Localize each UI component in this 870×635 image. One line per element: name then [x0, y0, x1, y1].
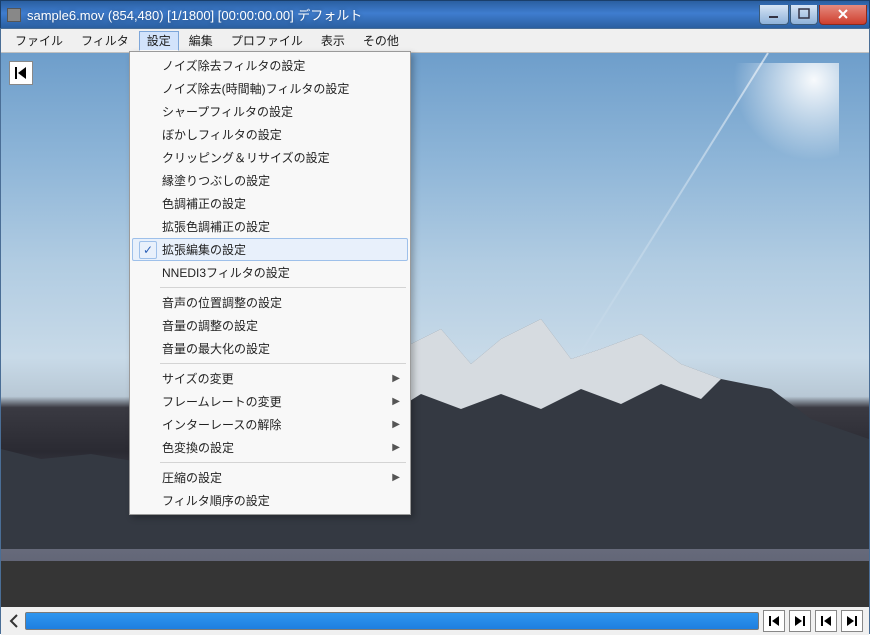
transport-bar [1, 607, 869, 635]
dd-label: インターレースの解除 [162, 416, 281, 433]
dd-edge-fill[interactable]: 縁塗りつぶしの設定 [132, 169, 408, 192]
dd-label: ぼかしフィルタの設定 [162, 126, 282, 143]
dd-sharpen[interactable]: シャープフィルタの設定 [132, 100, 408, 123]
maximize-button[interactable] [790, 5, 818, 25]
close-icon [836, 7, 850, 21]
dd-label: NNEDI3フィルタの設定 [162, 264, 290, 281]
last-icon [845, 614, 859, 628]
titlebar: sample6.mov (854,480) [1/1800] [00:00:00… [0, 0, 870, 28]
menu-file[interactable]: ファイル [7, 31, 71, 51]
dd-label: シャープフィルタの設定 [162, 103, 293, 120]
menu-settings[interactable]: 設定 [139, 31, 179, 51]
dd-label: フレームレートの変更 [162, 393, 282, 410]
dd-compression[interactable]: 圧縮の設定 ▶ [132, 466, 408, 489]
dd-label: 色調補正の設定 [162, 195, 246, 212]
dd-filter-order[interactable]: フィルタ順序の設定 [132, 489, 408, 512]
menu-view[interactable]: 表示 [313, 31, 353, 51]
goto-first-button[interactable] [815, 610, 837, 632]
chevron-right-icon: ▶ [392, 472, 400, 483]
dd-audio-position[interactable]: 音声の位置調整の設定 [132, 291, 408, 314]
minimize-icon [767, 7, 781, 21]
dd-label: 色変換の設定 [162, 439, 234, 456]
dd-size-change[interactable]: サイズの変更 ▶ [132, 367, 408, 390]
dd-label: 拡張編集の設定 [162, 241, 246, 258]
goto-start-icon [13, 65, 29, 81]
dd-noise-removal[interactable]: ノイズ除去フィルタの設定 [132, 54, 408, 77]
separator [160, 363, 406, 364]
dd-color-convert[interactable]: 色変換の設定 ▶ [132, 436, 408, 459]
window-buttons [758, 5, 867, 25]
window-client-frame: ファイル フィルタ 設定 編集 プロファイル 表示 その他 ノイズ除去フィルタの… [0, 28, 870, 634]
dd-nnedi3[interactable]: NNEDI3フィルタの設定 [132, 261, 408, 284]
settings-dropdown: ノイズ除去フィルタの設定 ノイズ除去(時間軸)フィルタの設定 シャープフィルタの… [129, 51, 411, 515]
menu-other[interactable]: その他 [355, 31, 407, 51]
close-button[interactable] [819, 5, 867, 25]
chevron-right-icon: ▶ [392, 419, 400, 430]
window-title: sample6.mov (854,480) [1/1800] [00:00:00… [27, 5, 758, 24]
dd-label: 音声の位置調整の設定 [162, 294, 282, 311]
minimize-button[interactable] [759, 5, 789, 25]
maximize-icon [797, 7, 811, 21]
next-frame-button[interactable] [789, 610, 811, 632]
prev-frame-button[interactable] [763, 610, 785, 632]
letterbox-bottom [1, 561, 869, 607]
dd-label: 拡張色調補正の設定 [162, 218, 270, 235]
dd-label: ノイズ除去フィルタの設定 [162, 57, 305, 74]
chevron-right-icon: ▶ [392, 442, 400, 453]
app-icon [7, 8, 21, 22]
dd-label: 縁塗りつぶしの設定 [162, 172, 270, 189]
menu-filter[interactable]: フィルタ [73, 31, 137, 51]
goto-last-button[interactable] [841, 610, 863, 632]
menubar: ファイル フィルタ 設定 編集 プロファイル 表示 その他 ノイズ除去フィルタの… [1, 29, 869, 53]
step-forward-icon [793, 614, 807, 628]
dd-label: 音量の最大化の設定 [162, 340, 270, 357]
menu-profile[interactable]: プロファイル [223, 31, 311, 51]
dd-clipping-resize[interactable]: クリッピング＆リサイズの設定 [132, 146, 408, 169]
dd-ext-editing[interactable]: ✓ 拡張編集の設定 [132, 238, 408, 261]
dd-volume-max[interactable]: 音量の最大化の設定 [132, 337, 408, 360]
dd-label: サイズの変更 [162, 370, 234, 387]
chevron-right-icon: ▶ [392, 396, 400, 407]
check-icon: ✓ [139, 241, 157, 259]
chevron-left-icon [9, 614, 19, 628]
separator [160, 287, 406, 288]
dd-label: 音量の調整の設定 [162, 317, 258, 334]
chevron-right-icon: ▶ [392, 373, 400, 384]
menu-edit[interactable]: 編集 [181, 31, 221, 51]
dd-volume-adjust[interactable]: 音量の調整の設定 [132, 314, 408, 337]
dd-blur[interactable]: ぼかしフィルタの設定 [132, 123, 408, 146]
dd-label: フィルタ順序の設定 [162, 492, 270, 509]
dd-label: 圧縮の設定 [162, 469, 222, 486]
first-icon [819, 614, 833, 628]
dd-color-correction[interactable]: 色調補正の設定 [132, 192, 408, 215]
dd-label: ノイズ除去(時間軸)フィルタの設定 [162, 80, 349, 97]
goto-start-button[interactable] [9, 61, 33, 85]
dd-noise-removal-time[interactable]: ノイズ除去(時間軸)フィルタの設定 [132, 77, 408, 100]
step-left-button[interactable] [7, 612, 21, 630]
seek-bar[interactable] [25, 612, 759, 630]
step-back-icon [767, 614, 781, 628]
dd-deinterlace[interactable]: インターレースの解除 ▶ [132, 413, 408, 436]
separator [160, 462, 406, 463]
dd-framerate-change[interactable]: フレームレートの変更 ▶ [132, 390, 408, 413]
dd-label: クリッピング＆リサイズの設定 [162, 149, 330, 166]
dd-ext-color-correction[interactable]: 拡張色調補正の設定 [132, 215, 408, 238]
